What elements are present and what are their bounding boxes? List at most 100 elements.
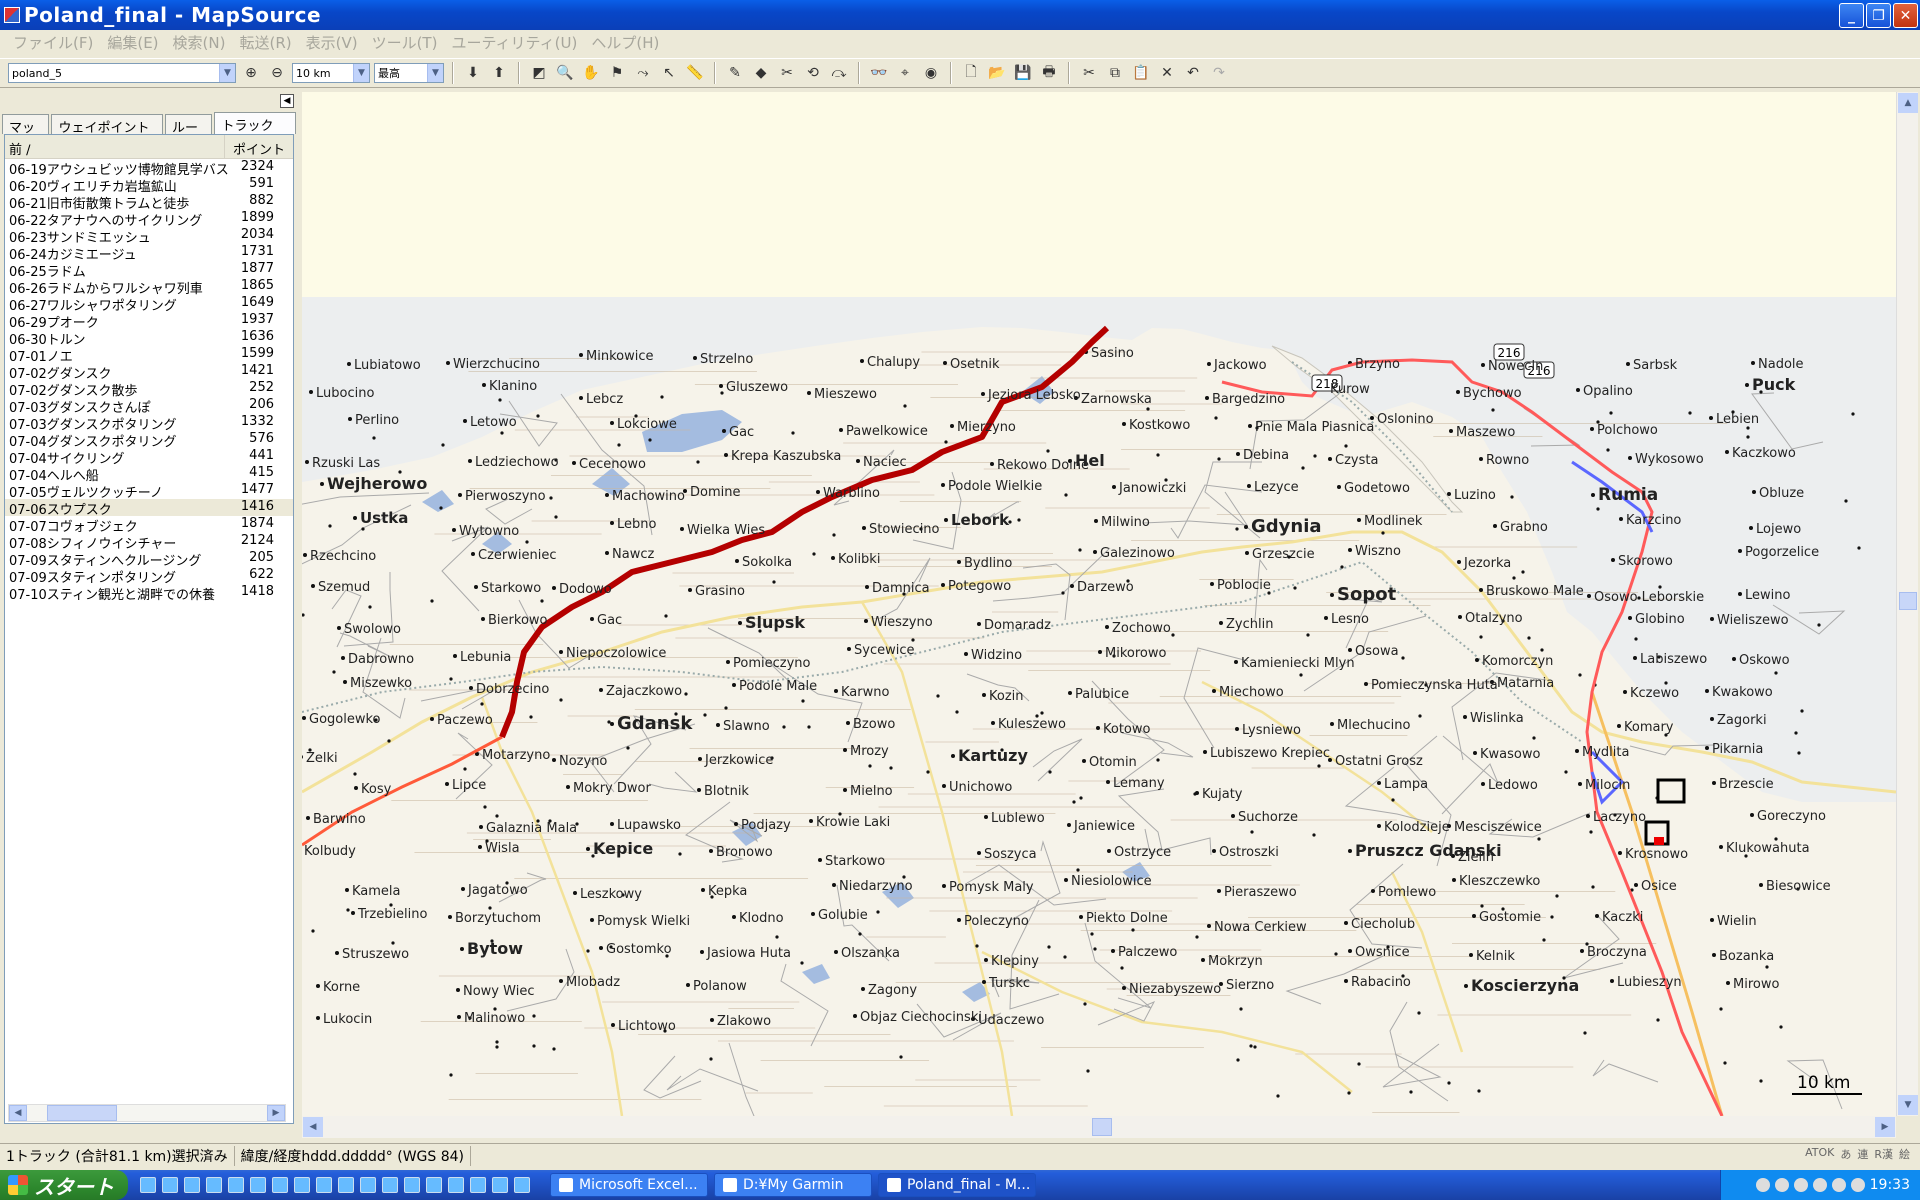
track-row[interactable]: 07-04グダンスクポタリング 576 — [5, 431, 293, 448]
hand-tool-icon[interactable]: ✋ — [580, 62, 602, 84]
find-icon[interactable]: 👓 — [868, 62, 890, 84]
track-row[interactable]: 06-26ラドムからワルシャワ列車 1865 — [5, 278, 293, 295]
track-row[interactable]: 07-02グダンスク 1421 — [5, 363, 293, 380]
scroll-right-icon[interactable]: ▶ — [267, 1105, 285, 1121]
track-row[interactable]: 06-22タアナウへのサイクリング 1899 — [5, 210, 293, 227]
map-canvas[interactable]: 216 216 218 Lubiatowo WierzchucinoMinkowi… — [302, 92, 1896, 1116]
track-row[interactable]: 06-23サンドミエッシュ 2034 — [5, 227, 293, 244]
track-row[interactable]: 07-10スティン観光と湖畔での休養 1418 — [5, 584, 293, 601]
menu-file[interactable]: ファイル(F) — [6, 32, 100, 53]
find-place-icon[interactable]: ⌖ — [894, 62, 916, 84]
tab-routes[interactable]: ルート — [164, 114, 213, 155]
scroll-left-icon[interactable]: ◀ — [9, 1105, 27, 1121]
ime-item[interactable]: ATOK — [1805, 1146, 1834, 1162]
taskbar-button-folder[interactable]: D:¥My Garmin — [714, 1173, 872, 1197]
quick-launch-icon[interactable] — [426, 1177, 442, 1193]
paste-icon[interactable]: 📋 — [1130, 62, 1152, 84]
track-row[interactable]: 07-07コヴォブジェク 1874 — [5, 516, 293, 533]
tray-icon[interactable] — [1850, 1178, 1865, 1192]
tray-icon[interactable] — [1831, 1178, 1846, 1192]
tray-icon[interactable] — [1793, 1178, 1808, 1192]
ime-toolbar[interactable]: ATOK あ 連 R漢 絵 — [1805, 1146, 1910, 1162]
find-nearest-icon[interactable]: ◉ — [920, 62, 942, 84]
collapse-panel-icon[interactable]: ◀ — [280, 94, 294, 108]
close-button[interactable]: ✕ — [1893, 3, 1918, 28]
quick-launch-icon[interactable] — [206, 1177, 222, 1193]
list-horizontal-scrollbar[interactable]: ◀ ▶ — [8, 1104, 286, 1122]
ime-item[interactable]: あ — [1840, 1146, 1851, 1162]
distance-tool-icon[interactable]: 📏 — [684, 62, 706, 84]
waypoint-tool-icon[interactable]: ⚑ — [606, 62, 628, 84]
scroll-down-icon[interactable]: ▼ — [1898, 1095, 1918, 1115]
undo-icon[interactable]: ↶ — [1182, 62, 1204, 84]
quick-launch-icon[interactable] — [294, 1177, 310, 1193]
tab-tracks[interactable]: トラック(26) — [214, 112, 296, 149]
menu-transfer[interactable]: 転送(R) — [232, 32, 298, 53]
quick-launch-icon[interactable] — [448, 1177, 464, 1193]
menu-tools[interactable]: ツール(T) — [365, 32, 445, 53]
track-row[interactable]: 07-03グダンスクさんぽ 206 — [5, 397, 293, 414]
scroll-right-icon[interactable]: ▶ — [1875, 1117, 1895, 1137]
taskbar-button-mapsource[interactable]: Poland_final - M... — [878, 1173, 1036, 1197]
track-row[interactable]: 07-09スタティンへクルージング 205 — [5, 550, 293, 567]
tab-maps[interactable]: マップ — [2, 114, 50, 155]
track-row[interactable]: 06-27ワルシャワポタリング 1649 — [5, 295, 293, 312]
menu-search[interactable]: 検索(N) — [166, 32, 233, 53]
track-tool-icon[interactable]: ✎ — [724, 62, 746, 84]
eraser-tool-icon[interactable]: ◆ — [750, 62, 772, 84]
track-row[interactable]: 07-09スタティンポタリング 622 — [5, 567, 293, 584]
taskbar-button-excel[interactable]: Microsoft Excel... — [550, 1173, 708, 1197]
quick-launch-icon[interactable] — [316, 1177, 332, 1193]
tray-icon[interactable] — [1812, 1178, 1827, 1192]
app-icon[interactable] — [4, 7, 20, 23]
quick-launch-icon[interactable] — [184, 1177, 200, 1193]
join-track-icon[interactable]: ⟲ — [802, 62, 824, 84]
column-header-points[interactable]: ポイント — [225, 135, 293, 158]
save-icon[interactable]: 💾 — [1012, 62, 1034, 84]
copy-icon[interactable]: ⧉ — [1104, 62, 1126, 84]
route-tool-icon[interactable]: ⤳ — [632, 62, 654, 84]
quick-launch-icon[interactable] — [492, 1177, 508, 1193]
track-row[interactable]: 07-03グダンスクポタリング 1332 — [5, 414, 293, 431]
track-row[interactable]: 06-30トルン 1636 — [5, 329, 293, 346]
track-row[interactable]: 06-19アウシュビッツ博物館見学バス 2324 — [5, 159, 293, 176]
cut-icon[interactable]: ✂ — [1078, 62, 1100, 84]
track-filter-icon[interactable]: ⤼ — [828, 62, 850, 84]
select-tool-icon[interactable]: ↖ — [658, 62, 680, 84]
track-row[interactable]: 06-21旧市街散策トラムと徒歩 882 — [5, 193, 293, 210]
print-icon[interactable]: 🖶 — [1038, 62, 1060, 84]
scroll-up-icon[interactable]: ▲ — [1898, 93, 1918, 113]
quick-launch-icon[interactable] — [360, 1177, 376, 1193]
delete-icon[interactable]: ✕ — [1156, 62, 1178, 84]
scroll-thumb[interactable] — [47, 1105, 117, 1121]
detail-select[interactable]: 最高 ▼ — [374, 63, 444, 83]
track-row[interactable]: 06-29プオーク 1937 — [5, 312, 293, 329]
send-to-device-icon[interactable]: ⬆ — [488, 62, 510, 84]
open-file-icon[interactable]: 📂 — [986, 62, 1008, 84]
waypoint-marker[interactable] — [1654, 837, 1664, 845]
zoom-in-icon[interactable]: ⊕ — [240, 62, 262, 84]
menu-utility[interactable]: ユーティリティ(U) — [444, 32, 584, 53]
map-product-select[interactable]: poland_5 ▼ — [8, 63, 236, 83]
tray-icon[interactable] — [1774, 1178, 1789, 1192]
quick-launch-icon[interactable] — [404, 1177, 420, 1193]
map-horizontal-scrollbar[interactable]: ◀ ▶ — [302, 1116, 1896, 1138]
ime-item[interactable]: R漢 — [1874, 1146, 1893, 1162]
start-button[interactable]: スタート — [0, 1170, 128, 1200]
track-row[interactable]: 06-24カジミエージュ 1731 — [5, 244, 293, 261]
menu-help[interactable]: ヘルプ(H) — [584, 32, 666, 53]
ime-item[interactable]: 連 — [1857, 1146, 1868, 1162]
zoom-out-icon[interactable]: ⊖ — [266, 62, 288, 84]
zoom-tool-icon[interactable]: 🔍 — [554, 62, 576, 84]
scroll-thumb[interactable] — [1899, 592, 1917, 610]
track-row[interactable]: 07-05ヴェルツクッチーノ 1477 — [5, 482, 293, 499]
split-track-icon[interactable]: ✂ — [776, 62, 798, 84]
new-file-icon[interactable]: 🗋 — [960, 62, 982, 84]
track-row[interactable]: 07-01ノエ 1599 — [5, 346, 293, 363]
quick-launch-icon[interactable] — [272, 1177, 288, 1193]
map-vertical-scrollbar[interactable]: ▲ ▼ — [1896, 92, 1918, 1116]
track-row[interactable]: 07-06スウプスク 1416 — [5, 499, 293, 516]
track-row[interactable]: 07-04ヘルへ船 415 — [5, 465, 293, 482]
map-view[interactable]: 216 216 218 Lubiatowo Wierzchucino Minkowi… — [302, 92, 1896, 1116]
track-row[interactable]: 07-02グダンスク散歩 252 — [5, 380, 293, 397]
